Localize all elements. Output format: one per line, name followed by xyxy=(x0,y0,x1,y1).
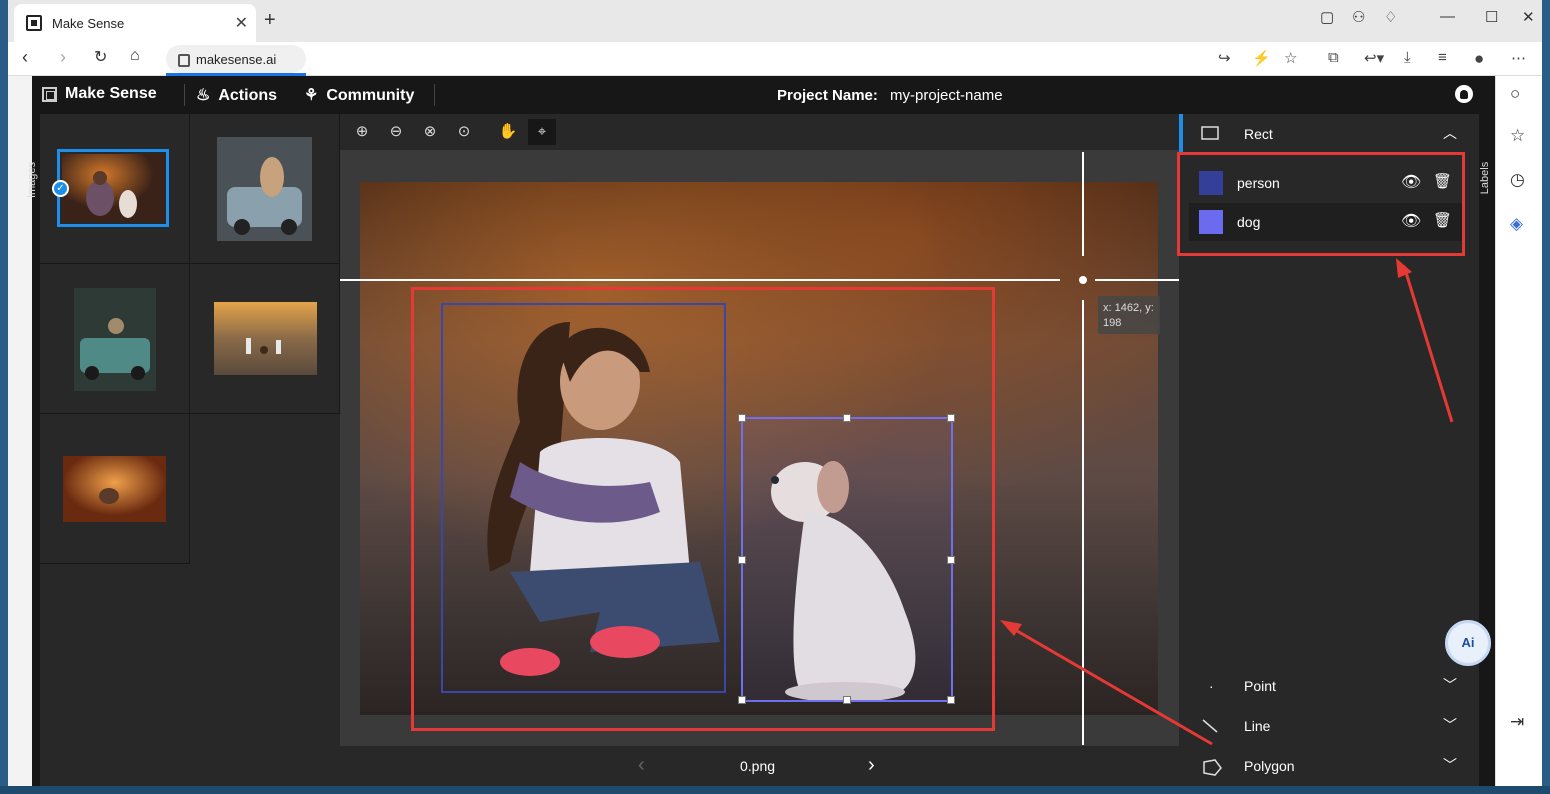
close-window-icon[interactable]: ✕ xyxy=(1522,8,1535,26)
forward-icon[interactable]: › xyxy=(60,47,66,68)
collections-icon[interactable]: ≡ xyxy=(1438,49,1447,66)
history-icon[interactable]: ◷ xyxy=(1510,170,1525,190)
new-tab-icon[interactable]: + xyxy=(264,9,276,32)
maximize-icon[interactable]: ☐ xyxy=(1485,8,1498,26)
search-icon[interactable]: ○ xyxy=(1510,84,1520,104)
close-tab-icon[interactable]: ✕ xyxy=(235,13,248,33)
profile-avatar-icon[interactable]: ● xyxy=(1474,49,1484,69)
extension-icon[interactable]: ♢ xyxy=(1384,8,1397,26)
history-back-icon[interactable]: ↩▾ xyxy=(1364,49,1384,67)
favorite-star-icon[interactable]: ☆ xyxy=(1284,49,1297,67)
download-icon[interactable]: ⤓ xyxy=(1404,49,1411,66)
back-icon[interactable]: ‹ xyxy=(22,47,28,68)
workspaces-icon[interactable]: ⚇ xyxy=(1352,8,1365,26)
makesense-favicon-icon xyxy=(26,15,42,31)
minimize-icon[interactable]: — xyxy=(1440,8,1455,25)
annotation-arrows xyxy=(1000,258,1454,746)
makesense-app: Make Sense ♨ Actions ⚘ Community Project N… xyxy=(26,76,1495,786)
ai-assistant-button[interactable]: Ai xyxy=(1445,620,1491,666)
performance-icon[interactable]: ⚡ xyxy=(1252,49,1271,67)
collapse-sidebar-icon[interactable]: ⇥ xyxy=(1510,712,1524,732)
home-icon[interactable]: ⌂ xyxy=(130,47,140,65)
browser-sidebar: ○ ☆ ◷ ◈ ⇥ xyxy=(1495,76,1542,786)
address-bar: ‹ › ↻ ⌂ makesense.ai ↪ ⚡ ☆ ⧉ ↩▾ ⤓ ≡ ● ⋯ xyxy=(8,42,1542,76)
more-menu-icon[interactable]: ⋯ xyxy=(1511,49,1526,67)
app-shortcut-icon[interactable]: ◈ xyxy=(1510,214,1523,234)
favorites-icon[interactable]: ☆ xyxy=(1510,126,1525,146)
tab-actions-icon[interactable]: ▢ xyxy=(1320,8,1334,26)
taskbar-strip xyxy=(0,786,1550,794)
browser-tab[interactable]: Make Sense ✕ xyxy=(14,4,256,42)
refresh-icon[interactable]: ↻ xyxy=(94,47,107,67)
extensions-icon[interactable]: ⧉ xyxy=(1328,49,1339,66)
tab-title: Make Sense xyxy=(52,15,125,31)
tab-bar: Make Sense ✕ + ▢ ⚇ ♢ — ☐ ✕ xyxy=(8,0,1542,42)
share-icon[interactable]: ↪ xyxy=(1218,49,1231,67)
url-field[interactable]: makesense.ai xyxy=(166,45,306,73)
browser-window: Make Sense ✕ + ▢ ⚇ ♢ — ☐ ✕ ‹ › ↻ ⌂ makes… xyxy=(8,0,1542,786)
